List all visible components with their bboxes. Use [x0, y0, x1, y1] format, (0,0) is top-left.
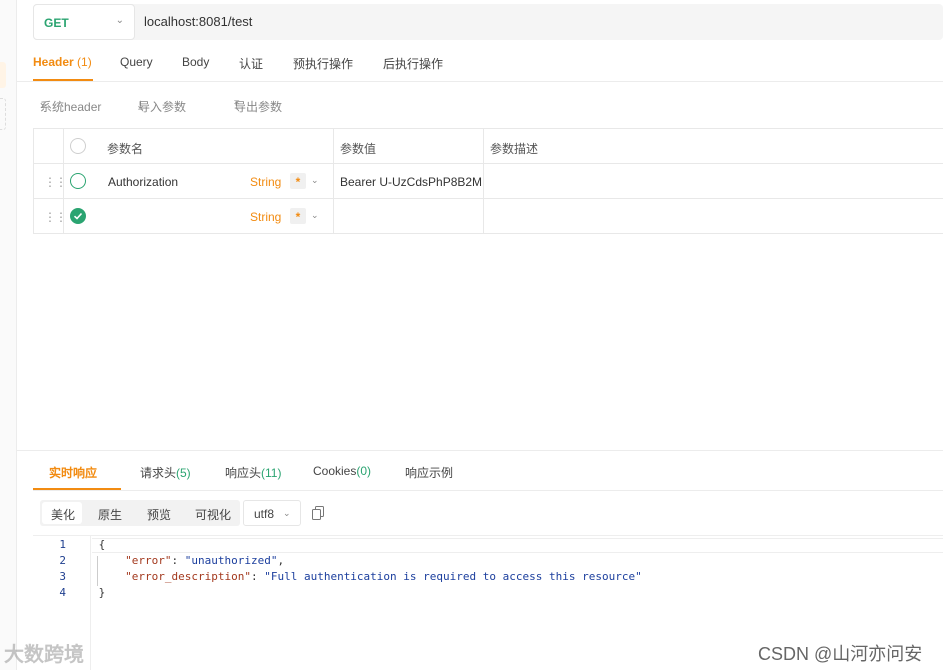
tab-live-response[interactable]: 实时响应 [49, 464, 97, 481]
watermark-left: 大数跨境 [4, 644, 84, 666]
tab-post-script[interactable]: 后执行操作 [383, 55, 443, 72]
view-mode-preview[interactable]: 预览 [147, 506, 171, 523]
chevron-down-icon[interactable]: ⌄ [311, 210, 319, 221]
active-tab-indicator [33, 79, 93, 81]
row-checkbox[interactable] [70, 173, 86, 189]
params-table: 参数名 参数值 参数描述 ⋮⋮ Authorization String * ⌄… [33, 128, 943, 234]
param-description-input[interactable] [484, 199, 943, 233]
watermark-right: CSDN @山河亦问安 [758, 644, 923, 664]
active-tab-indicator [33, 488, 121, 490]
tab-header[interactable]: Header (1) [33, 55, 92, 69]
column-header-name: 参数名 [107, 142, 144, 156]
tab-query[interactable]: Query [120, 55, 153, 69]
view-mode-pretty[interactable]: 美化 [51, 506, 75, 523]
param-type-select[interactable]: String [250, 175, 281, 189]
code-line-1: { [98, 538, 106, 551]
tab-cookies[interactable]: Cookies(0) [313, 464, 371, 478]
tab-response-headers[interactable]: 响应头(11) [225, 464, 281, 481]
select-all-checkbox[interactable] [70, 138, 86, 154]
required-toggle[interactable]: * [290, 208, 306, 224]
column-header-description: 参数描述 [490, 142, 539, 156]
check-circle-icon [73, 212, 83, 220]
view-mode-raw[interactable]: 原生 [98, 506, 122, 523]
sidebar-dashed-marker [0, 98, 6, 130]
tab-request-headers[interactable]: 请求头(5) [140, 464, 191, 481]
view-mode-segmented: 美化 原生 预览 可视化 [40, 500, 240, 526]
code-line-3: "error_description": "Full authenticatio… [125, 570, 642, 583]
url-input[interactable]: localhost:8081/test [144, 14, 252, 29]
response-tabs: 实时响应 请求头(5) 响应头(11) Cookies(0) 响应示例 [33, 451, 943, 491]
param-value-input[interactable]: Bearer U-UzCdsPhP8B2M [340, 175, 482, 189]
chevron-down-icon: ⌄ [283, 508, 291, 518]
left-sidebar-strip [0, 0, 17, 670]
code-line-4: } [98, 586, 106, 599]
param-description-input[interactable] [484, 164, 943, 198]
param-type-select[interactable]: String [250, 210, 281, 224]
chevron-down-icon[interactable]: ⌄ [311, 175, 319, 186]
column-header-value: 参数值 [340, 142, 377, 156]
table-header-row: 参数名 参数值 参数描述 [33, 129, 943, 164]
chevron-down-icon: ⌄ [115, 15, 124, 26]
sidebar-active-marker [0, 62, 6, 88]
view-mode-visualize[interactable]: 可视化 [195, 506, 231, 523]
encoding-select[interactable]: utf8 ⌄ [243, 500, 301, 526]
tab-auth[interactable]: 认证 [239, 55, 263, 72]
required-toggle[interactable]: * [290, 173, 306, 189]
tab-pre-script[interactable]: 预执行操作 [293, 55, 353, 72]
drag-handle-icon[interactable]: ⋮⋮ [44, 210, 67, 224]
row-checkbox-checked[interactable] [70, 208, 86, 224]
tab-response-examples[interactable]: 响应示例 [405, 464, 453, 481]
copy-icon[interactable] [312, 506, 325, 523]
method-label: GET [44, 16, 69, 30]
active-line-highlight [92, 538, 943, 553]
tab-body[interactable]: Body [182, 55, 209, 69]
url-bar: GET ⌄ localhost:8081/test [33, 4, 943, 40]
drag-handle-icon[interactable]: ⋮⋮ [44, 175, 67, 189]
method-select[interactable]: GET ⌄ [33, 4, 135, 40]
code-line-2: "error": "unauthorized", [125, 554, 285, 567]
table-row: ⋮⋮ Authorization String * ⌄ Bearer U-UzC… [33, 164, 943, 199]
param-name-input[interactable]: Authorization [108, 175, 178, 189]
table-row: ⋮⋮ String * ⌄ [33, 199, 943, 234]
request-tabs: Header (1) Query Body 认证 预执行操作 后执行操作 [17, 42, 943, 82]
